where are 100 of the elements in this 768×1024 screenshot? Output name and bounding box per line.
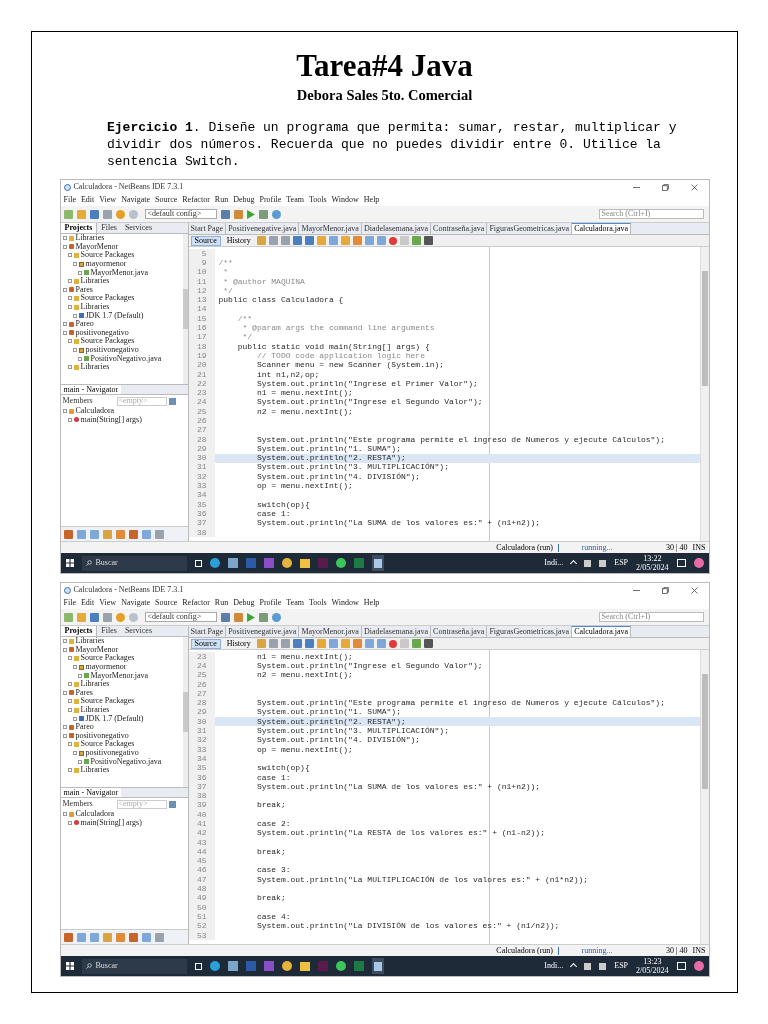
menu-item[interactable]: Source [155, 196, 178, 204]
clean-build-icon[interactable] [233, 209, 243, 219]
folder-icon[interactable] [299, 961, 310, 971]
scrollbar[interactable] [699, 247, 709, 541]
editor-tab[interactable]: Start Page [188, 626, 227, 637]
scrollbar[interactable] [699, 650, 709, 944]
app-icon[interactable] [227, 961, 238, 971]
new-file-icon[interactable] [63, 209, 73, 219]
tree-item[interactable]: Pares [75, 688, 93, 697]
editor-mode-tab[interactable]: Source [190, 235, 221, 246]
menu-item[interactable]: Window [331, 599, 359, 607]
undo-icon[interactable] [115, 612, 125, 622]
menu-item[interactable]: Run [214, 196, 229, 204]
editor-tab[interactable]: Diadelasemana.java [361, 223, 432, 234]
search-field[interactable]: Search (Ctrl+I) [598, 209, 704, 219]
app-icon[interactable] [227, 558, 238, 568]
chat-icon[interactable] [335, 961, 346, 971]
tree-item[interactable]: Source Packages [80, 251, 135, 260]
editor-tab[interactable]: Positivenegative.java [226, 626, 300, 637]
tree-item[interactable]: Source Packages [80, 654, 135, 663]
windows-logo-icon[interactable] [65, 559, 74, 567]
editor-tab[interactable]: Diadelasemana.java [361, 626, 432, 637]
volume-icon[interactable] [584, 559, 592, 567]
task-view-icon[interactable] [194, 962, 202, 970]
folder-icon[interactable] [299, 558, 310, 568]
panel-tab[interactable]: Projects [60, 223, 98, 233]
editor-mode-tab[interactable]: History [223, 638, 254, 649]
app-icon[interactable] [281, 558, 292, 568]
tree-item[interactable]: Source Packages [80, 740, 135, 749]
members-dropdown[interactable]: Members [62, 397, 115, 405]
tree-item[interactable]: positivonegativo [75, 731, 129, 740]
save-all-icon[interactable] [102, 209, 112, 219]
tree-item[interactable]: MayorMenor.java [90, 671, 149, 680]
tree-item[interactable]: positivonegativo [85, 346, 139, 354]
editor-mode-tab[interactable]: History [223, 235, 254, 246]
editor-tab[interactable]: Positivenegative.java [226, 223, 300, 234]
tree-item[interactable]: JDK 1.7 (Default) [85, 311, 144, 320]
close-icon[interactable] [690, 586, 698, 594]
tree-item[interactable]: Pareo [75, 320, 94, 329]
notification-icon[interactable] [676, 962, 686, 970]
new-project-icon[interactable] [76, 209, 86, 219]
clean-build-icon[interactable] [233, 612, 243, 622]
menu-item[interactable]: Run [214, 599, 229, 607]
task-view-icon[interactable] [194, 559, 202, 567]
app-icon[interactable] [371, 958, 384, 974]
tree-item[interactable]: Libraries [80, 277, 110, 286]
tree-item[interactable]: Calculadora [75, 810, 115, 819]
profile-icon[interactable] [271, 209, 281, 219]
tree-item[interactable]: positivonegativo [75, 328, 129, 337]
close-icon[interactable] [690, 183, 698, 191]
app-icon[interactable] [693, 558, 704, 568]
redo-icon[interactable] [128, 612, 138, 622]
menu-item[interactable]: Source [155, 599, 178, 607]
breakpoint-icon[interactable] [388, 639, 397, 648]
run-icon[interactable] [246, 209, 255, 219]
app-icon[interactable] [281, 961, 292, 971]
app-icon[interactable] [209, 558, 220, 568]
scrollbar[interactable] [182, 234, 188, 384]
menu-item[interactable]: Profile [259, 599, 282, 607]
breakpoint-icon[interactable] [388, 236, 397, 245]
tree-item[interactable]: mayormenor [85, 260, 127, 269]
tree-item[interactable]: mayormenor [85, 663, 127, 672]
save-icon[interactable] [89, 612, 99, 622]
undo-icon[interactable] [115, 209, 125, 219]
tree-item[interactable]: Calculadora [75, 407, 115, 416]
notification-icon[interactable] [676, 559, 686, 567]
editor-tab[interactable]: Start Page [188, 223, 227, 234]
tree-item[interactable]: PositivoNegativo.java [90, 354, 162, 363]
windows-logo-icon[interactable] [65, 962, 74, 970]
menu-item[interactable]: Profile [259, 196, 282, 204]
redo-icon[interactable] [128, 209, 138, 219]
network-icon[interactable] [599, 962, 607, 970]
scrollbar[interactable] [182, 637, 188, 787]
tree-item[interactable]: Pareo [75, 723, 94, 732]
app-icon[interactable] [371, 555, 384, 571]
panel-tab[interactable]: Files [97, 626, 121, 636]
menu-item[interactable]: Debug [233, 599, 255, 607]
tree-item[interactable]: Pares [75, 285, 93, 294]
tree-item[interactable]: Source Packages [80, 697, 135, 706]
new-file-icon[interactable] [63, 612, 73, 622]
menu-item[interactable]: Team [286, 196, 304, 204]
menu-item[interactable]: Team [286, 599, 304, 607]
tree-item[interactable]: MayorMenor [75, 645, 119, 654]
tree-item[interactable]: main(String[] args) [80, 818, 142, 827]
build-icon[interactable] [220, 209, 230, 219]
menu-item[interactable]: Refactor [182, 599, 210, 607]
editor-tab[interactable]: MayorMenor.java [299, 223, 362, 234]
menu-item[interactable]: Edit [80, 599, 95, 607]
config-dropdown[interactable]: <default config> [144, 209, 217, 219]
network-icon[interactable] [599, 559, 607, 567]
save-all-icon[interactable] [102, 612, 112, 622]
taskbar-search-field[interactable]: Buscar [81, 555, 187, 571]
editor-tab[interactable]: Contraseña.java [431, 223, 488, 234]
menu-item[interactable]: Tools [308, 196, 327, 204]
menu-item[interactable]: View [99, 196, 117, 204]
members-dropdown[interactable]: Members [62, 800, 115, 808]
search-field[interactable]: Search (Ctrl+I) [598, 612, 704, 622]
tree-item[interactable]: Libraries [80, 766, 110, 775]
menu-item[interactable]: Debug [233, 196, 255, 204]
app-icon[interactable] [693, 961, 704, 971]
